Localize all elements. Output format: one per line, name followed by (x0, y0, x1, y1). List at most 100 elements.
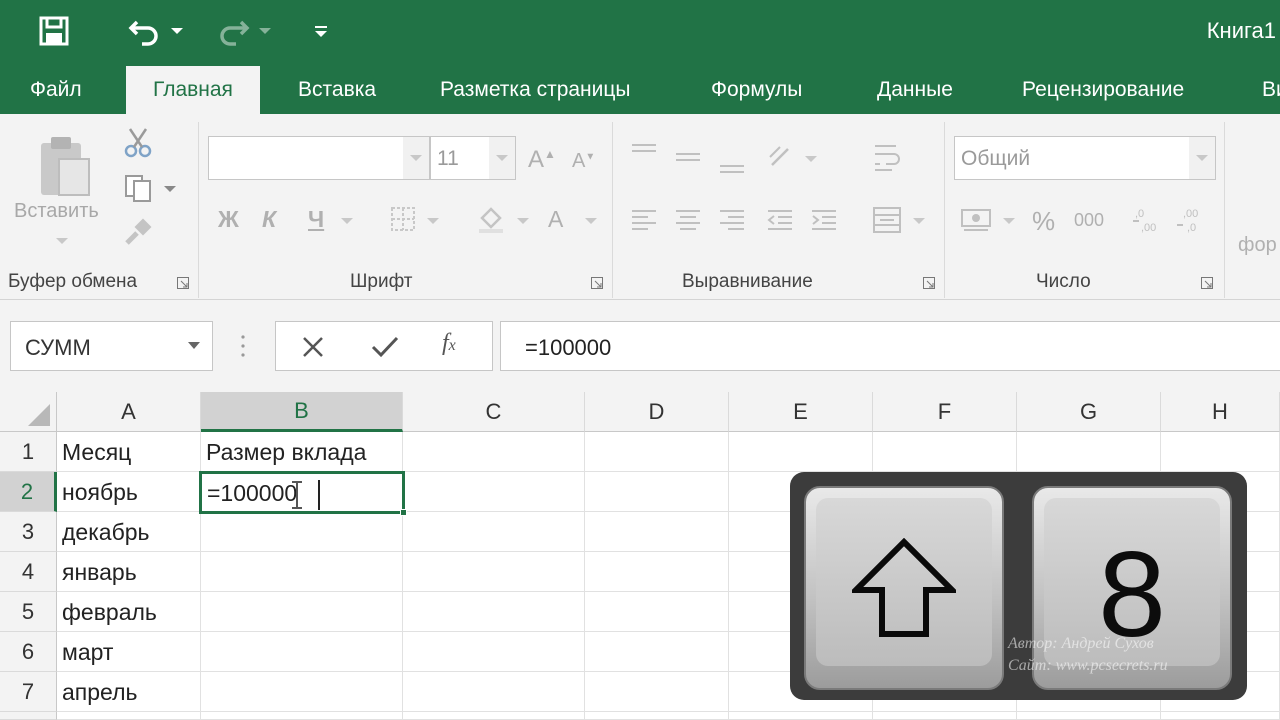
paste-label[interactable]: Вставить (14, 200, 99, 223)
font-launcher-icon[interactable] (590, 276, 604, 290)
tab-review[interactable]: Рецензирование (1022, 66, 1184, 114)
chevron-down-icon[interactable] (1189, 137, 1215, 179)
cell-c7[interactable] (403, 672, 585, 712)
merge-center-icon[interactable] (870, 204, 904, 236)
row-header[interactable]: 4 (0, 552, 57, 592)
cell-d7[interactable] (585, 672, 729, 712)
column-header-a[interactable]: A (57, 392, 201, 432)
percent-button[interactable]: % (1032, 206, 1055, 237)
currency-icon[interactable] (958, 204, 994, 236)
chevron-down-icon[interactable] (489, 137, 515, 179)
tab-file[interactable]: Файл (30, 66, 82, 114)
cell-e1[interactable] (729, 432, 873, 472)
column-header-d[interactable]: D (585, 392, 729, 432)
redo-dropdown-icon[interactable] (256, 0, 274, 62)
cell-b1[interactable]: Размер вклада (201, 432, 403, 472)
format-painter-icon[interactable] (120, 214, 156, 250)
cell-c8[interactable] (403, 712, 585, 720)
italic-button[interactable]: К (262, 206, 276, 233)
bold-button[interactable]: Ж (218, 206, 239, 233)
increase-decimal-icon[interactable]: ,0,00 (1130, 204, 1166, 236)
font-color-icon[interactable]: A (548, 206, 563, 233)
text-orientation-icon[interactable] (764, 142, 800, 172)
borders-icon[interactable] (388, 204, 418, 234)
fill-handle[interactable] (400, 509, 407, 516)
align-bottom-icon[interactable] (716, 154, 748, 178)
decrease-font-icon[interactable]: A▼ (572, 150, 595, 173)
redo-icon[interactable] (208, 0, 258, 62)
cell-b8[interactable] (201, 712, 403, 720)
formula-input[interactable]: =100000 (500, 321, 1280, 371)
cut-icon[interactable] (120, 124, 156, 160)
tab-view[interactable]: Ви (1262, 66, 1280, 114)
cell-h1[interactable] (1161, 432, 1280, 472)
align-right-icon[interactable] (716, 206, 748, 234)
align-middle-icon[interactable] (672, 146, 704, 170)
cell-c3[interactable] (403, 512, 585, 552)
active-cell-b2[interactable]: =100000 (199, 471, 407, 516)
cell-c6[interactable] (403, 632, 585, 672)
cell-c1[interactable] (403, 432, 585, 472)
cell-e8[interactable] (729, 712, 873, 720)
cell-b7[interactable] (201, 672, 403, 712)
cell-d8[interactable] (585, 712, 729, 720)
paste-icon[interactable] (30, 126, 100, 206)
cell-c5[interactable] (403, 592, 585, 632)
fill-dropdown-icon[interactable] (516, 214, 530, 228)
merge-dropdown-icon[interactable] (912, 214, 926, 228)
cell-a3[interactable]: декабрь (57, 512, 201, 552)
column-header-c[interactable]: C (403, 392, 585, 432)
row-header[interactable]: 5 (0, 592, 57, 632)
cell-d1[interactable] (585, 432, 729, 472)
cell-a1[interactable]: Месяц (57, 432, 201, 472)
underline-dropdown-icon[interactable] (340, 214, 354, 228)
fill-color-icon[interactable] (474, 202, 508, 236)
number-launcher-icon[interactable] (1200, 276, 1214, 290)
cell-f1[interactable] (873, 432, 1017, 472)
insert-function-icon[interactable]: fx (442, 330, 456, 357)
cell-d3[interactable] (585, 512, 729, 552)
cell-a2[interactable]: ноябрь (57, 472, 201, 512)
undo-dropdown-icon[interactable] (168, 0, 186, 62)
increase-indent-icon[interactable] (808, 206, 840, 234)
splitter-handle-icon[interactable] (240, 334, 246, 358)
cell-b6[interactable] (201, 632, 403, 672)
cell-a7[interactable]: апрель (57, 672, 201, 712)
borders-dropdown-icon[interactable] (426, 214, 440, 228)
cell-b4[interactable] (201, 552, 403, 592)
cell-b3[interactable] (201, 512, 403, 552)
orientation-dropdown-icon[interactable] (804, 152, 818, 166)
save-icon[interactable] (34, 0, 74, 62)
currency-dropdown-icon[interactable] (1002, 214, 1016, 228)
align-left-icon[interactable] (628, 206, 660, 234)
column-header-e[interactable]: E (729, 392, 873, 432)
tab-data[interactable]: Данные (877, 66, 953, 114)
underline-button[interactable]: Ч (308, 206, 324, 233)
tab-formulas[interactable]: Формулы (711, 66, 802, 114)
column-header-f[interactable]: F (873, 392, 1017, 432)
cell-d6[interactable] (585, 632, 729, 672)
name-box[interactable]: СУММ (10, 321, 213, 371)
select-all-button[interactable] (0, 392, 57, 432)
cell-f8[interactable] (873, 712, 1017, 720)
column-header-g[interactable]: G (1017, 392, 1161, 432)
enter-icon[interactable] (370, 334, 400, 360)
row-header[interactable] (0, 712, 57, 720)
cell-a6[interactable]: март (57, 632, 201, 672)
styles-label-partial[interactable]: фор (1238, 234, 1277, 257)
align-top-icon[interactable] (628, 140, 660, 164)
cell-a4[interactable]: январь (57, 552, 201, 592)
row-header[interactable]: 2 (0, 472, 57, 512)
tab-page-layout[interactable]: Разметка страницы (440, 66, 631, 114)
thousands-button[interactable]: 000 (1074, 210, 1104, 231)
cell-c2[interactable] (403, 472, 585, 512)
cell-b5[interactable] (201, 592, 403, 632)
cell-d2[interactable] (585, 472, 729, 512)
font-name-combo[interactable] (208, 136, 430, 180)
customize-qat-icon[interactable] (308, 0, 334, 62)
cell-g1[interactable] (1017, 432, 1161, 472)
decrease-indent-icon[interactable] (764, 206, 796, 234)
tab-home[interactable]: Главная (126, 66, 260, 114)
undo-icon[interactable] (120, 0, 170, 62)
row-header[interactable]: 6 (0, 632, 57, 672)
